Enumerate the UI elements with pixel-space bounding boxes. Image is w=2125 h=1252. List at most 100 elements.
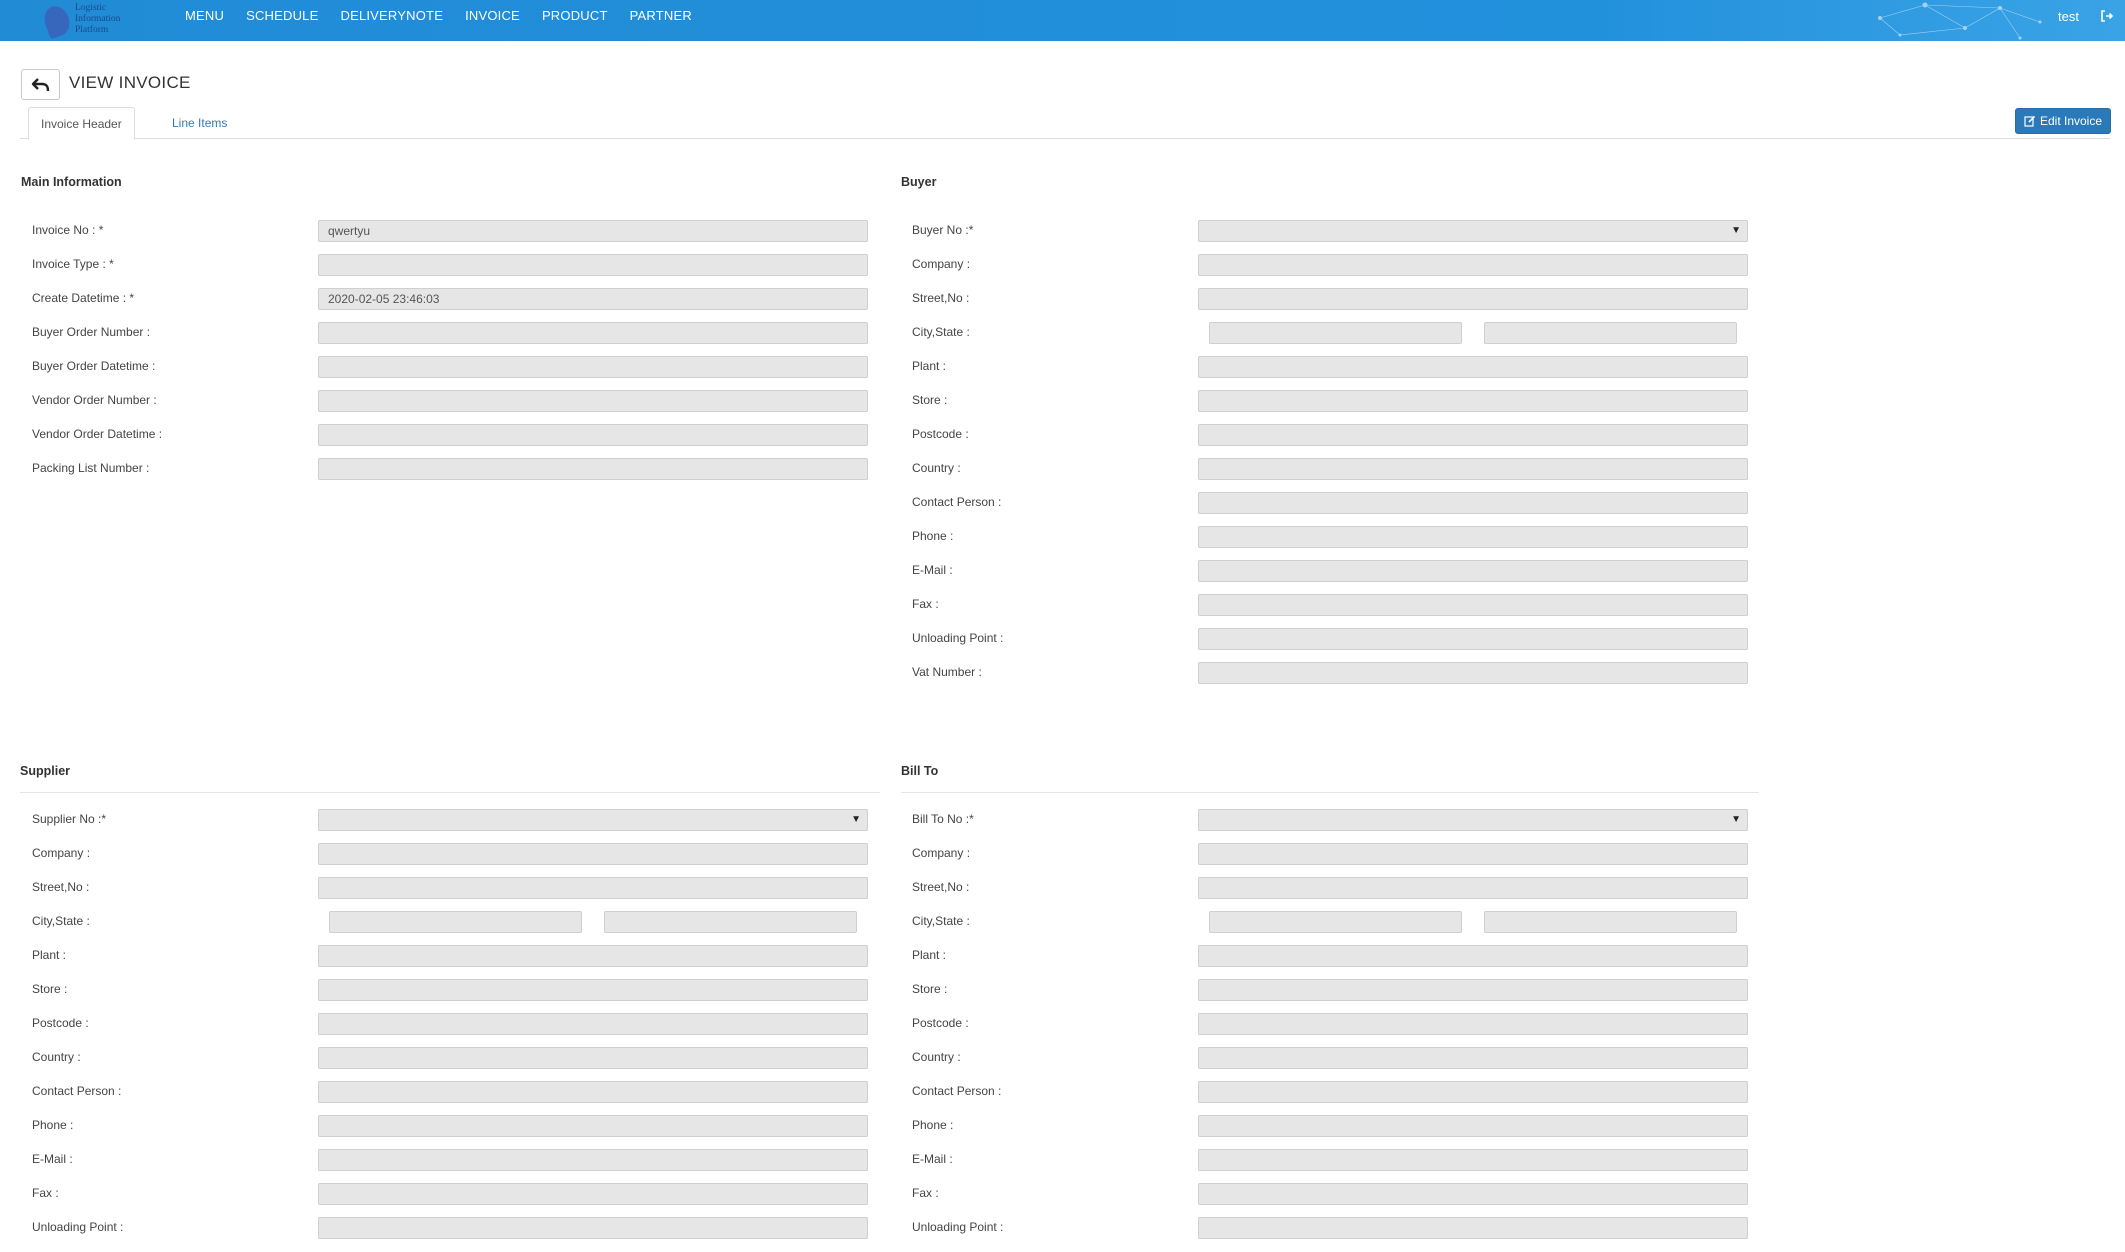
invoice-no-label: Invoice No : * xyxy=(32,223,104,237)
e-mail-label: E-Mail : xyxy=(912,1152,953,1166)
company-label: Company : xyxy=(32,846,91,860)
edit-invoice-button[interactable]: Edit Invoice xyxy=(2015,108,2111,134)
bill-to-no-select[interactable]: ▼ xyxy=(1198,809,1748,831)
e-mail-field[interactable] xyxy=(1198,560,1748,582)
contact-person-field[interactable] xyxy=(1198,1081,1748,1103)
nav-item-invoice[interactable]: INVOICE xyxy=(465,8,520,23)
tab-line-items[interactable]: Line Items xyxy=(160,107,239,140)
contact-person-field[interactable] xyxy=(1198,492,1748,514)
dropdown-arrow-icon[interactable]: ▼ xyxy=(1731,810,1741,830)
unloading-point-field[interactable] xyxy=(1198,1217,1748,1239)
logo-line: Platform xyxy=(75,25,109,35)
unloading-point-field[interactable] xyxy=(318,1217,868,1239)
store-field[interactable] xyxy=(1198,390,1748,412)
e-mail-field[interactable] xyxy=(318,1149,868,1171)
back-button[interactable] xyxy=(21,69,60,100)
logo-text: Logistic Information Platform xyxy=(75,3,120,36)
plant-field[interactable] xyxy=(1198,945,1748,967)
supplier-no-label: Supplier No :* xyxy=(32,812,107,826)
e-mail-label: E-Mail : xyxy=(32,1152,73,1166)
dropdown-arrow-icon[interactable]: ▼ xyxy=(851,810,861,830)
logo-line: Information xyxy=(75,14,121,24)
e-mail-field[interactable] xyxy=(1198,1149,1748,1171)
country-field[interactable] xyxy=(1198,458,1748,480)
logout-icon[interactable] xyxy=(2100,9,2114,23)
phone-field[interactable] xyxy=(1198,526,1748,548)
buyer-order-datetime-field[interactable] xyxy=(318,356,868,378)
company-label: Company : xyxy=(912,257,971,271)
postcode-field[interactable] xyxy=(1198,424,1748,446)
user-name[interactable]: test xyxy=(2058,9,2079,24)
logo[interactable]: Logistic Information Platform xyxy=(40,2,155,40)
state-field[interactable] xyxy=(604,911,857,933)
nav-item-schedule[interactable]: SCHEDULE xyxy=(246,8,318,23)
fax-field[interactable] xyxy=(1198,594,1748,616)
fax-field[interactable] xyxy=(318,1183,868,1205)
nav-item-partner[interactable]: PARTNER xyxy=(630,8,692,23)
create-datetime-field[interactable]: 2020-02-05 23:46:03 xyxy=(318,288,868,310)
store-field[interactable] xyxy=(1198,979,1748,1001)
plant-field[interactable] xyxy=(1198,356,1748,378)
page-title: VIEW INVOICE xyxy=(69,73,191,92)
buyer-no-select[interactable]: ▼ xyxy=(1198,220,1748,242)
buyer-order-number-field[interactable] xyxy=(318,322,868,344)
country-field[interactable] xyxy=(1198,1047,1748,1069)
tab-invoice-header[interactable]: Invoice Header xyxy=(28,107,135,140)
packing-list-number-label: Packing List Number : xyxy=(32,461,150,475)
e-mail-label: E-Mail : xyxy=(912,563,953,577)
postcode-label: Postcode : xyxy=(912,1016,969,1030)
city-state-label: City,State : xyxy=(32,914,90,928)
section-divider xyxy=(901,792,1759,793)
edit-icon xyxy=(2024,115,2036,127)
postcode-field[interactable] xyxy=(318,1013,868,1035)
company-field[interactable] xyxy=(318,843,868,865)
section-title-main-information: Main Information xyxy=(21,175,122,189)
invoice-type-label: Invoice Type : * xyxy=(32,257,114,271)
unloading-point-label: Unloading Point : xyxy=(912,1220,1004,1234)
nav-item-product[interactable]: PRODUCT xyxy=(542,8,608,23)
postcode-field[interactable] xyxy=(1198,1013,1748,1035)
city-field[interactable] xyxy=(329,911,582,933)
city-field[interactable] xyxy=(1209,322,1462,344)
country-field[interactable] xyxy=(318,1047,868,1069)
company-field[interactable] xyxy=(1198,843,1748,865)
nav-item-deliverynote[interactable]: DELIVERYNOTE xyxy=(340,8,443,23)
nav-item-menu[interactable]: MENU xyxy=(185,8,224,23)
phone-field[interactable] xyxy=(1198,1115,1748,1137)
unloading-point-field[interactable] xyxy=(1198,628,1748,650)
packing-list-number-field[interactable] xyxy=(318,458,868,480)
street-no-field[interactable] xyxy=(318,877,868,899)
contact-person-field[interactable] xyxy=(318,1081,868,1103)
vat-number-field[interactable] xyxy=(1198,662,1748,684)
street-no-field[interactable] xyxy=(1198,877,1748,899)
undo-arrow-icon xyxy=(31,77,49,91)
main-menu: MENU SCHEDULE DELIVERYNOTE INVOICE PRODU… xyxy=(185,0,714,30)
top-navbar: Logistic Information Platform MENU SCHED… xyxy=(0,0,2125,41)
dropdown-arrow-icon[interactable]: ▼ xyxy=(1731,221,1741,241)
plant-field[interactable] xyxy=(318,945,868,967)
tab-bar: Invoice Header Line Items xyxy=(20,107,2110,140)
plant-label: Plant : xyxy=(912,948,947,962)
fax-field[interactable] xyxy=(1198,1183,1748,1205)
unloading-point-label: Unloading Point : xyxy=(912,631,1004,645)
bill-to-no-label: Bill To No :* xyxy=(912,812,974,826)
store-field[interactable] xyxy=(318,979,868,1001)
street-no-field[interactable] xyxy=(1198,288,1748,310)
phone-label: Phone : xyxy=(912,529,954,543)
state-field[interactable] xyxy=(1484,322,1737,344)
network-decoration xyxy=(1878,2,2042,40)
invoice-no-field[interactable]: qwertyu xyxy=(318,220,868,242)
phone-field[interactable] xyxy=(318,1115,868,1137)
vendor-order-datetime-label: Vendor Order Datetime : xyxy=(32,427,163,441)
city-field[interactable] xyxy=(1209,911,1462,933)
contact-person-label: Contact Person : xyxy=(912,495,1002,509)
vendor-order-number-field[interactable] xyxy=(318,390,868,412)
supplier-no-select[interactable]: ▼ xyxy=(318,809,868,831)
store-label: Store : xyxy=(912,393,948,407)
postcode-label: Postcode : xyxy=(32,1016,89,1030)
state-field[interactable] xyxy=(1484,911,1737,933)
vat-number-label: Vat Number : xyxy=(912,665,982,679)
invoice-type-field[interactable] xyxy=(318,254,868,276)
company-field[interactable] xyxy=(1198,254,1748,276)
vendor-order-datetime-field[interactable] xyxy=(318,424,868,446)
